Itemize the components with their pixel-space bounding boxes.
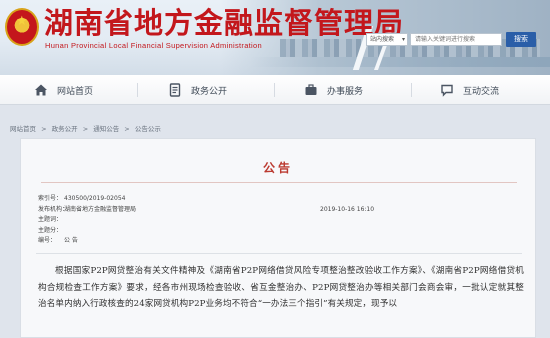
nav-item-interaction[interactable]: 互动交流 [440,82,499,98]
meta-category-label: 主题词： [38,216,63,223]
breadcrumb: 网站首页 > 政务公开 > 通知公告 > 公告公示 [10,123,164,133]
chat-icon [441,84,453,97]
breadcrumb-item-home[interactable]: 网站首页 [10,125,36,133]
meta-publisher-label: 发布机构： [38,205,69,213]
home-icon [35,84,47,96]
breadcrumb-separator: > [124,125,130,133]
chevron-down-icon: ▾ [401,36,405,43]
meta-fileno-label: 编号： [38,237,57,244]
service-icon [305,84,317,95]
meta-category2-label: 主题分： [38,226,63,234]
search-button[interactable]: 搜索 [506,32,536,47]
nav-item-label: 政务公开 [191,86,228,97]
meta-fileno-row: 编号： 公 告 [38,236,508,247]
search-input[interactable] [410,33,502,46]
nav-item-home[interactable]: 网站首页 [34,82,93,98]
nav-item-services[interactable]: 办事服务 [304,82,363,98]
nav-item-gov-affairs[interactable]: 政务公开 [168,82,227,98]
document-icon [169,83,181,97]
meta-fileno-value: 公 告 [64,237,78,244]
meta-publisher-row: 发布机构：湖南省地方金融监督管理局 2019-10-16 16:10 [38,205,508,216]
meta-divider [36,253,522,254]
meta-index-value: 430500/2019-02054 [64,195,126,202]
meta-category-row: 主题词： [38,215,508,226]
article-body: 根据国家P2P网贷整治有关文件精神及《湖南省P2P网络借贷风险专项整治整改验收工… [38,266,524,309]
main-nav: 网站首页 政务公开 办事服务 互动交流 [0,75,550,105]
breadcrumb-item-announcements[interactable]: 公告公示 [135,125,161,133]
search-scope-label: 站内搜索 [370,36,395,43]
nav-divider [274,83,275,97]
nav-divider [411,83,412,97]
site-subtitle: Hunan Provincial Local Financial Supervi… [45,41,262,50]
nav-item-label: 互动交流 [463,86,500,97]
article-card: 公告 索引号： 430500/2019-02054 发布机构：湖南省地方金融监督管… [20,138,536,338]
nav-item-label: 办事服务 [327,86,364,97]
breadcrumb-item-notices[interactable]: 通知公告 [93,125,119,133]
breadcrumb-separator: > [82,125,89,133]
nav-divider [137,83,138,97]
meta-category2-row: 主题分： [38,226,508,237]
meta-index-label: 索引号： [38,195,63,202]
site-title[interactable]: 湖南省地方金融监督管理局 [44,6,404,40]
site-banner: ★ 湖南省地方金融监督管理局 Hunan Provincial Local Fi… [0,0,550,75]
emblem-star-icon: ★ [16,14,28,29]
breadcrumb-separator: > [41,125,47,133]
article-meta: 索引号： 430500/2019-02054 发布机构：湖南省地方金融监督管理局 … [38,194,508,247]
banner-river [250,57,550,67]
article-heading: 公告 [262,161,293,175]
heading-divider [41,182,517,183]
meta-date-value: 2019-10-16 16:10 [320,205,375,213]
nav-item-label: 网站首页 [57,86,94,97]
breadcrumb-item-gov-affairs[interactable]: 政务公开 [52,125,78,133]
search-scope-select[interactable]: 站内搜索 ▾ [366,33,408,46]
meta-index-row: 索引号： 430500/2019-02054 [38,194,508,205]
meta-publisher-value: 湖南省地方金融监督管理局 [64,205,137,213]
